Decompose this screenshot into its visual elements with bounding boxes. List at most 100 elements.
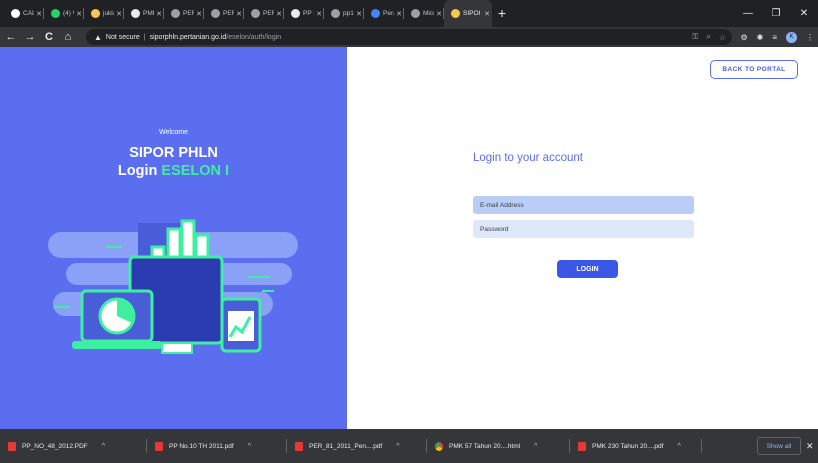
tab-favicon-icon (371, 9, 380, 18)
tab-close-icon[interactable]: ✕ (394, 10, 404, 18)
login-title: Login to your account (473, 152, 583, 164)
url-host: siporphln.pertanian.go.id (149, 33, 227, 41)
password-field[interactable]: Password (473, 220, 694, 238)
omnibox-actions: ⚿ ⌕ ☆ (684, 29, 726, 45)
tab-favicon-icon (251, 9, 260, 18)
browser-tab[interactable]: pp10✕ (324, 0, 364, 27)
tab-favicon-icon (51, 9, 60, 18)
new-tab-button[interactable]: + (492, 0, 512, 27)
tab-favicon-icon (171, 9, 180, 18)
pdf-file-icon (155, 441, 163, 451)
pdf-file-icon (578, 441, 586, 451)
close-window-icon[interactable]: ✕ (790, 8, 818, 19)
tab-close-icon[interactable]: ✕ (434, 10, 444, 18)
tab-close-icon[interactable]: ✕ (482, 10, 492, 18)
chevron-up-icon[interactable]: ^ (396, 443, 399, 450)
tab-close-icon[interactable]: ✕ (194, 10, 204, 18)
pdf-file-icon (8, 441, 16, 451)
download-filename: PMK 230 Tahun 20....pdf (592, 442, 664, 450)
browser-tab[interactable]: PER_✕ (244, 0, 284, 27)
tab-label: CALK (23, 10, 34, 17)
back-arrow-icon[interactable]: ← (3, 31, 19, 43)
pdf-file-icon (295, 441, 303, 451)
welcome-panel: Welcome SIPOR PHLN Login ESELON I (0, 47, 347, 429)
key-icon[interactable]: ⚿ (692, 32, 698, 42)
tab-close-icon[interactable]: ✕ (114, 10, 124, 18)
address-bar[interactable]: ▲ Not secure | siporphln.pertanian.go.id… (86, 29, 732, 45)
download-item[interactable]: PMK 230 Tahun 20....pdf ^ (570, 429, 702, 463)
browser-toolbar: ← → C ⌂ ▲ Not secure | siporphln.pertani… (0, 27, 818, 47)
tab-close-icon[interactable]: ✕ (34, 10, 44, 18)
reading-list-icon[interactable]: ≡ (772, 33, 777, 42)
bookmark-star-icon[interactable]: ☆ (719, 33, 726, 42)
tab-label: Micro (423, 10, 434, 17)
tab-label: PERA (183, 10, 194, 17)
login-button[interactable]: LOGIN (557, 260, 618, 278)
tab-favicon-icon (131, 9, 140, 18)
chevron-up-icon[interactable]: ^ (102, 443, 105, 450)
puzzle-icon[interactable]: ✱ (757, 33, 764, 42)
browser-tab[interactable]: PERA✕ (164, 0, 204, 27)
tab-label: (4) W (63, 10, 74, 17)
menu-icon[interactable]: ⋮ (806, 33, 814, 42)
security-label[interactable]: Not secure (106, 34, 140, 41)
tab-close-icon[interactable]: ✕ (314, 10, 324, 18)
back-to-portal-button[interactable]: BACK TO PORTAL (710, 60, 798, 79)
browser-tab[interactable]: Micro✕ (404, 0, 444, 27)
restore-icon[interactable]: ❐ (762, 8, 790, 19)
warning-icon[interactable]: ▲ (94, 33, 102, 42)
zoom-icon[interactable]: ⌕ (706, 32, 710, 42)
extensions-area: ⚙ ✱ ≡ K ⋮ (731, 27, 814, 47)
browser-tab[interactable]: PERA✕ (204, 0, 244, 27)
tablet-shape (220, 297, 262, 353)
tab-label: PER_ (263, 10, 274, 17)
download-item[interactable]: PP No.10 TH 2011.pdf ^ (147, 429, 287, 463)
home-icon[interactable]: ⌂ (60, 31, 76, 43)
login-panel: BACK TO PORTAL Login to your account E-m… (347, 47, 818, 429)
tab-close-icon[interactable]: ✕ (354, 10, 364, 18)
laptop-shape (72, 289, 162, 349)
tab-label: SIPOI (463, 10, 481, 17)
browser-tab[interactable]: (4) W✕ (44, 0, 84, 27)
url-path: /eselon/auth/login (226, 33, 282, 41)
subtitle-highlight: ESELON I (161, 163, 230, 179)
close-download-bar-icon[interactable]: ✕ (806, 429, 814, 463)
email-field[interactable]: E-mail Address (473, 196, 694, 214)
forward-arrow-icon[interactable]: → (22, 31, 38, 43)
minimize-icon[interactable]: — (734, 8, 762, 19)
download-item[interactable]: PER_81_2011_Pen....pdf ^ (287, 429, 427, 463)
tab-strip: CALK✕(4) W✕juklak✕PMK✕PERA✕PERA✕PER_✕PP … (0, 0, 818, 27)
show-all-button[interactable]: Show all (757, 437, 801, 455)
tab-favicon-icon (291, 9, 300, 18)
chevron-up-icon[interactable]: ^ (677, 443, 680, 450)
chrome-file-icon (435, 441, 443, 451)
browser-tab[interactable]: PP N✕ (284, 0, 324, 27)
chevron-up-icon[interactable]: ^ (248, 443, 251, 450)
tab-label: Perat (383, 10, 394, 17)
tab-close-icon[interactable]: ✕ (74, 10, 84, 18)
chevron-up-icon[interactable]: ^ (534, 443, 537, 450)
welcome-text: Welcome (158, 129, 189, 136)
brand-title: SIPOR PHLN (129, 145, 218, 161)
tab-favicon-icon (451, 9, 460, 18)
extension-icon[interactable]: ⚙ (740, 33, 747, 42)
download-item[interactable]: PMK 57 Tahun 20....html ^ (427, 429, 570, 463)
reload-icon[interactable]: C (41, 31, 57, 43)
tab-favicon-icon (91, 9, 100, 18)
profile-avatar[interactable]: K (786, 31, 797, 43)
browser-tab[interactable]: juklak✕ (84, 0, 124, 27)
browser-tab[interactable]: PMK✕ (124, 0, 164, 27)
download-item[interactable]: PP_NO_48_2012.PDF ^ (0, 429, 147, 463)
tab-close-icon[interactable]: ✕ (154, 10, 164, 18)
tab-close-icon[interactable]: ✕ (274, 10, 284, 18)
subtitle-prefix: Login (117, 163, 162, 179)
download-bar: PP_NO_48_2012.PDF ^ PP No.10 TH 2011.pdf ^ P… (0, 429, 818, 463)
tab-favicon-icon (411, 9, 420, 18)
tab-label: juklak (103, 10, 114, 17)
address-separator: | (143, 33, 146, 41)
browser-tab[interactable]: Perat✕ (364, 0, 404, 27)
browser-tab[interactable]: CALK✕ (4, 0, 44, 27)
tab-close-icon[interactable]: ✕ (234, 10, 244, 18)
download-filename: PP_NO_48_2012.PDF (22, 442, 88, 450)
browser-tab[interactable]: SIPOI ✕ (444, 0, 492, 27)
